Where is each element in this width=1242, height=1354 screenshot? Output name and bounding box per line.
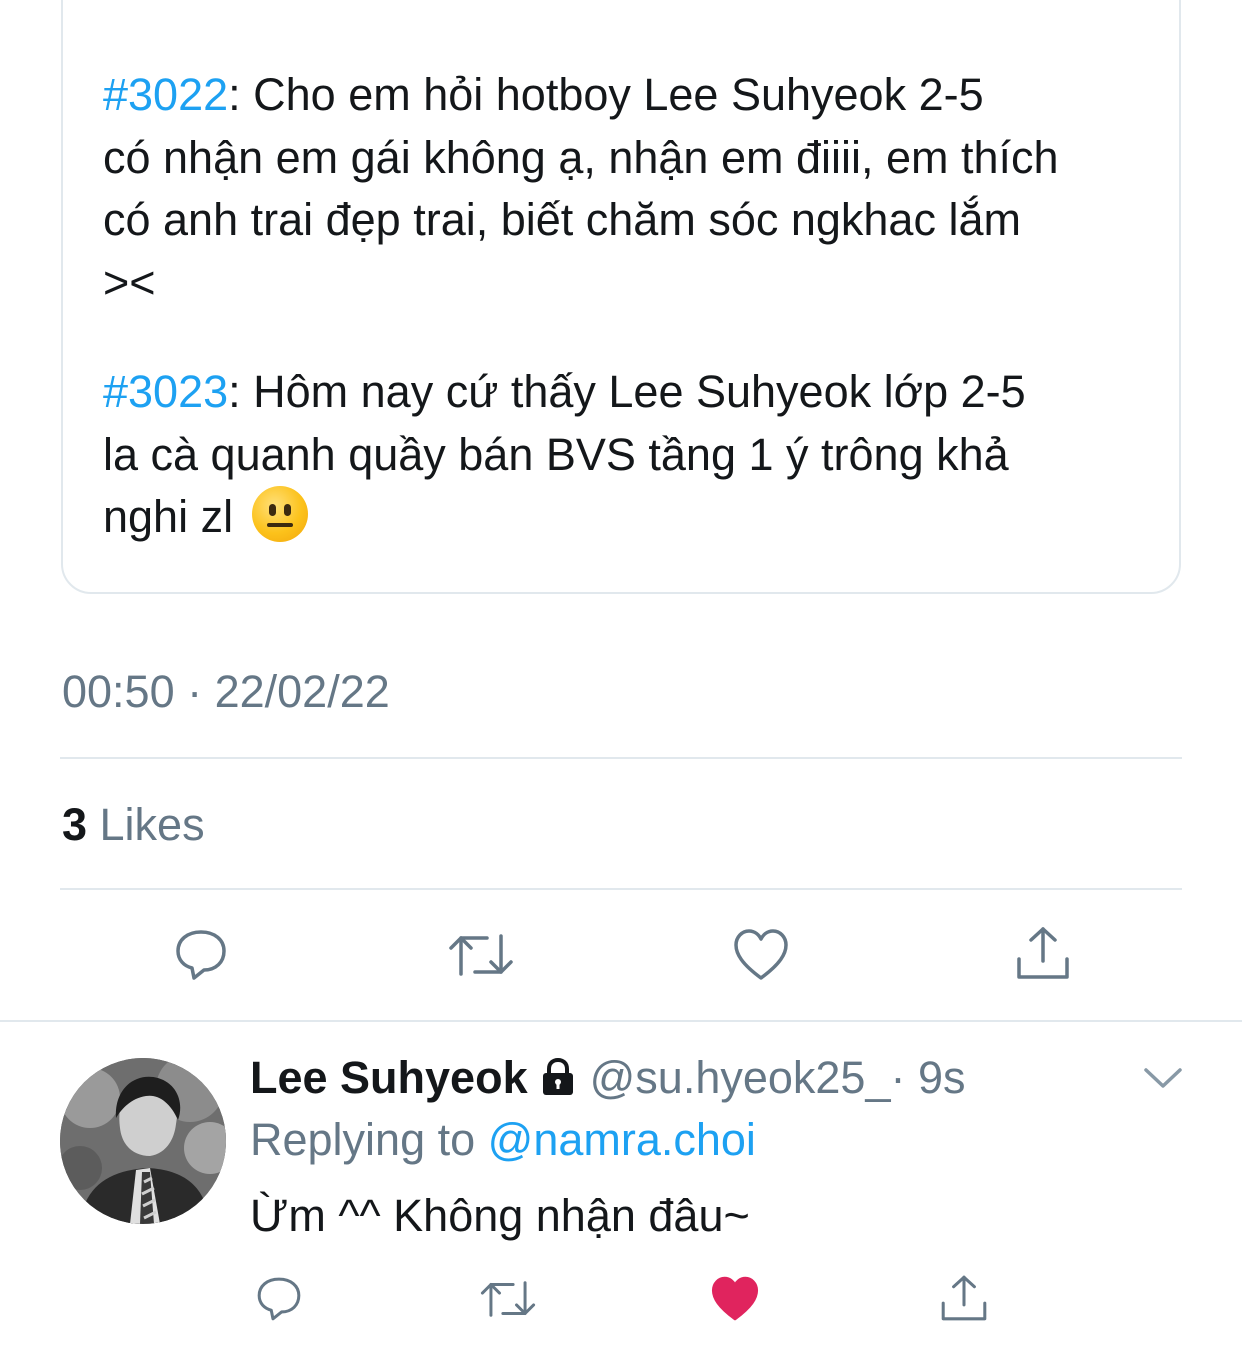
like-button[interactable] xyxy=(730,924,792,986)
reply-header: Lee Suhyeok @su.hyeok25_· 9s xyxy=(250,1052,966,1104)
section-divider xyxy=(0,1020,1242,1022)
reply-author-name[interactable]: Lee Suhyeok xyxy=(250,1052,528,1103)
neutral-face-emoji xyxy=(251,486,308,542)
likes-count[interactable]: 3 Likes xyxy=(62,799,205,851)
lock-icon xyxy=(542,1057,573,1095)
reply-time: · 9s xyxy=(890,1052,966,1103)
reply-like-button[interactable] xyxy=(708,1272,762,1326)
share-button[interactable] xyxy=(1012,922,1074,984)
divider xyxy=(60,757,1182,759)
tweet-text-line: có nhận em gái không ạ, nhận em điiii, e… xyxy=(103,131,1059,183)
tweet-text-line: la cà quanh quầy bán BVS tầng 1 ý trông … xyxy=(103,428,1009,480)
reply-button[interactable] xyxy=(170,924,232,986)
chevron-down-icon xyxy=(1144,1068,1182,1088)
reply-retweet-button[interactable] xyxy=(478,1272,538,1326)
mention-link[interactable]: @namra.choi xyxy=(488,1114,756,1165)
hashtag-link[interactable]: #3023 xyxy=(103,366,228,417)
retweet-icon xyxy=(449,934,513,976)
reply-text: Ừm ^^ Không nhận đâu~ xyxy=(250,1190,750,1241)
quoted-tweet-text: #3022: Cho em hỏi hotboy Lee Suhyeok 2-5… xyxy=(103,64,1163,549)
reply-share-button[interactable] xyxy=(936,1270,992,1326)
more-options-button[interactable] xyxy=(1142,1062,1184,1097)
reply-icon xyxy=(257,1277,301,1321)
tweet-text-line: có anh trai đẹp trai, biết chăm sóc ngkh… xyxy=(103,194,1021,245)
divider xyxy=(60,888,1182,890)
replying-to: Replying to @namra.choi xyxy=(250,1114,756,1165)
heart-icon xyxy=(734,929,788,980)
reply-reply-button[interactable] xyxy=(252,1272,306,1326)
hashtag-link[interactable]: #3022 xyxy=(103,69,228,120)
avatar-photo xyxy=(60,1058,226,1224)
avatar[interactable] xyxy=(60,1058,226,1224)
tweet-timestamp: 00:50 · 22/02/22 xyxy=(62,666,390,717)
share-icon xyxy=(1017,927,1069,979)
share-icon xyxy=(941,1275,987,1321)
tweet-text-line: nghi zl xyxy=(103,491,234,542)
heart-filled-icon xyxy=(711,1276,759,1321)
reply-author-handle[interactable]: @su.hyeok25_ xyxy=(590,1052,891,1103)
retweet-button[interactable] xyxy=(446,924,516,986)
tweet-text-line: >< xyxy=(103,256,156,308)
reply-icon xyxy=(176,930,226,980)
retweet-icon xyxy=(480,1281,536,1317)
